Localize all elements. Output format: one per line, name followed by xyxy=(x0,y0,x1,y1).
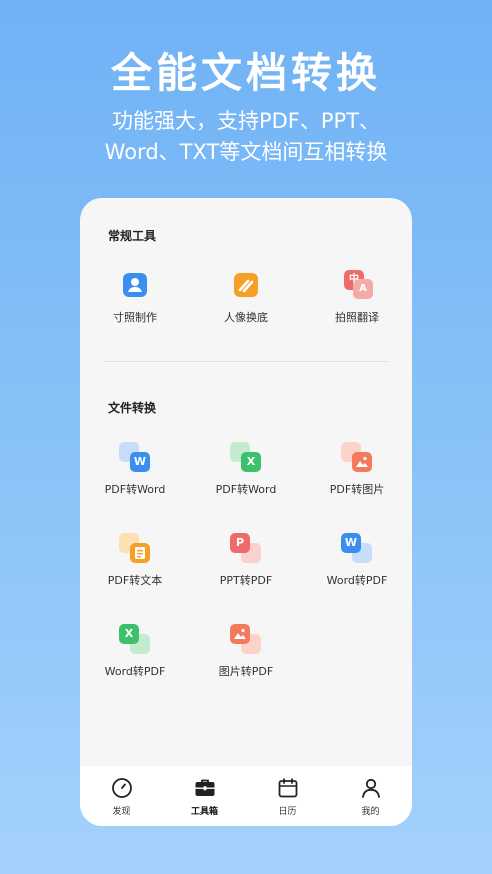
tool-label: 寸照制作 xyxy=(113,311,157,324)
tab-label: 我的 xyxy=(361,807,380,817)
tool-pdf-to-image[interactable]: PDF转图片 xyxy=(302,442,412,497)
tool-id-photo[interactable]: 寸照制作 xyxy=(80,270,190,325)
tool-label: 人像换底 xyxy=(224,311,268,324)
photo-translate-icon: 中 A xyxy=(341,270,373,302)
tool-label: PDF转Word xyxy=(215,483,277,496)
tool-portrait-background[interactable]: 人像换底 xyxy=(191,270,301,325)
tool-pdf-to-excel[interactable]: X PDF转Word xyxy=(191,442,301,497)
tool-photo-translate[interactable]: 中 A 拍照翻译 xyxy=(302,270,412,325)
toolbox-card: 常规工具 寸照制作 人像换底 中 A 拍照翻译 文件转换 W PDF转Word … xyxy=(80,198,412,826)
tab-label: 工具箱 xyxy=(190,807,218,817)
tool-label: PPT转PDF xyxy=(219,574,273,587)
tool-label: PDF转Word xyxy=(104,483,166,496)
tool-pdf-to-word[interactable]: W PDF转Word xyxy=(80,442,190,497)
tool-word-to-pdf[interactable]: W Word转PDF xyxy=(302,533,412,588)
pdf-to-word-icon: W xyxy=(119,442,151,474)
compass-icon xyxy=(111,777,133,799)
hero-title: 全能文档转换 xyxy=(111,49,381,97)
tool-label: 拍照翻译 xyxy=(335,311,379,324)
tab-discover[interactable]: 发现 xyxy=(80,766,163,826)
ppt-to-pdf-icon: P xyxy=(230,533,262,565)
tool-excel-to-pdf[interactable]: X Word转PDF xyxy=(80,624,190,679)
tool-ppt-to-pdf[interactable]: P PPT转PDF xyxy=(191,533,301,588)
word-to-pdf-icon: W xyxy=(341,533,373,565)
section-divider xyxy=(104,361,388,362)
tab-profile[interactable]: 我的 xyxy=(329,766,412,826)
tab-toolbox[interactable]: 工具箱 xyxy=(163,766,246,826)
tab-label: 日历 xyxy=(278,807,297,817)
pdf-to-text-icon xyxy=(119,533,151,565)
tab-calendar[interactable]: 日历 xyxy=(246,766,329,826)
hero-subtitle-line2: Word、TXT等文档间互相转换 xyxy=(104,140,388,164)
portrait-bg-icon xyxy=(230,270,262,302)
calendar-icon xyxy=(277,777,299,799)
section-title-file-convert: 文件转换 xyxy=(108,401,157,415)
excel-to-pdf-icon: X xyxy=(119,624,151,656)
tool-label: PDF转文本 xyxy=(107,574,163,587)
bottom-tab-bar: 发现 工具箱 日历 我的 xyxy=(80,766,412,826)
tool-label: Word转PDF xyxy=(326,574,388,587)
profile-icon xyxy=(360,777,382,799)
toolbox-icon xyxy=(194,777,216,799)
tool-image-to-pdf[interactable]: 图片转PDF xyxy=(191,624,301,679)
tool-label: Word转PDF xyxy=(104,665,166,678)
image-to-pdf-icon xyxy=(230,624,262,656)
section-title-common-tools: 常规工具 xyxy=(108,229,157,243)
tool-pdf-to-text[interactable]: PDF转文本 xyxy=(80,533,190,588)
pdf-to-image-icon xyxy=(341,442,373,474)
tool-label: PDF转图片 xyxy=(329,483,385,496)
tab-label: 发现 xyxy=(112,807,131,817)
id-photo-icon xyxy=(119,270,151,302)
tool-label: 图片转PDF xyxy=(218,665,274,678)
hero-subtitle-line1: 功能强大，支持PDF、PPT、 xyxy=(111,109,381,133)
pdf-to-excel-icon: X xyxy=(230,442,262,474)
